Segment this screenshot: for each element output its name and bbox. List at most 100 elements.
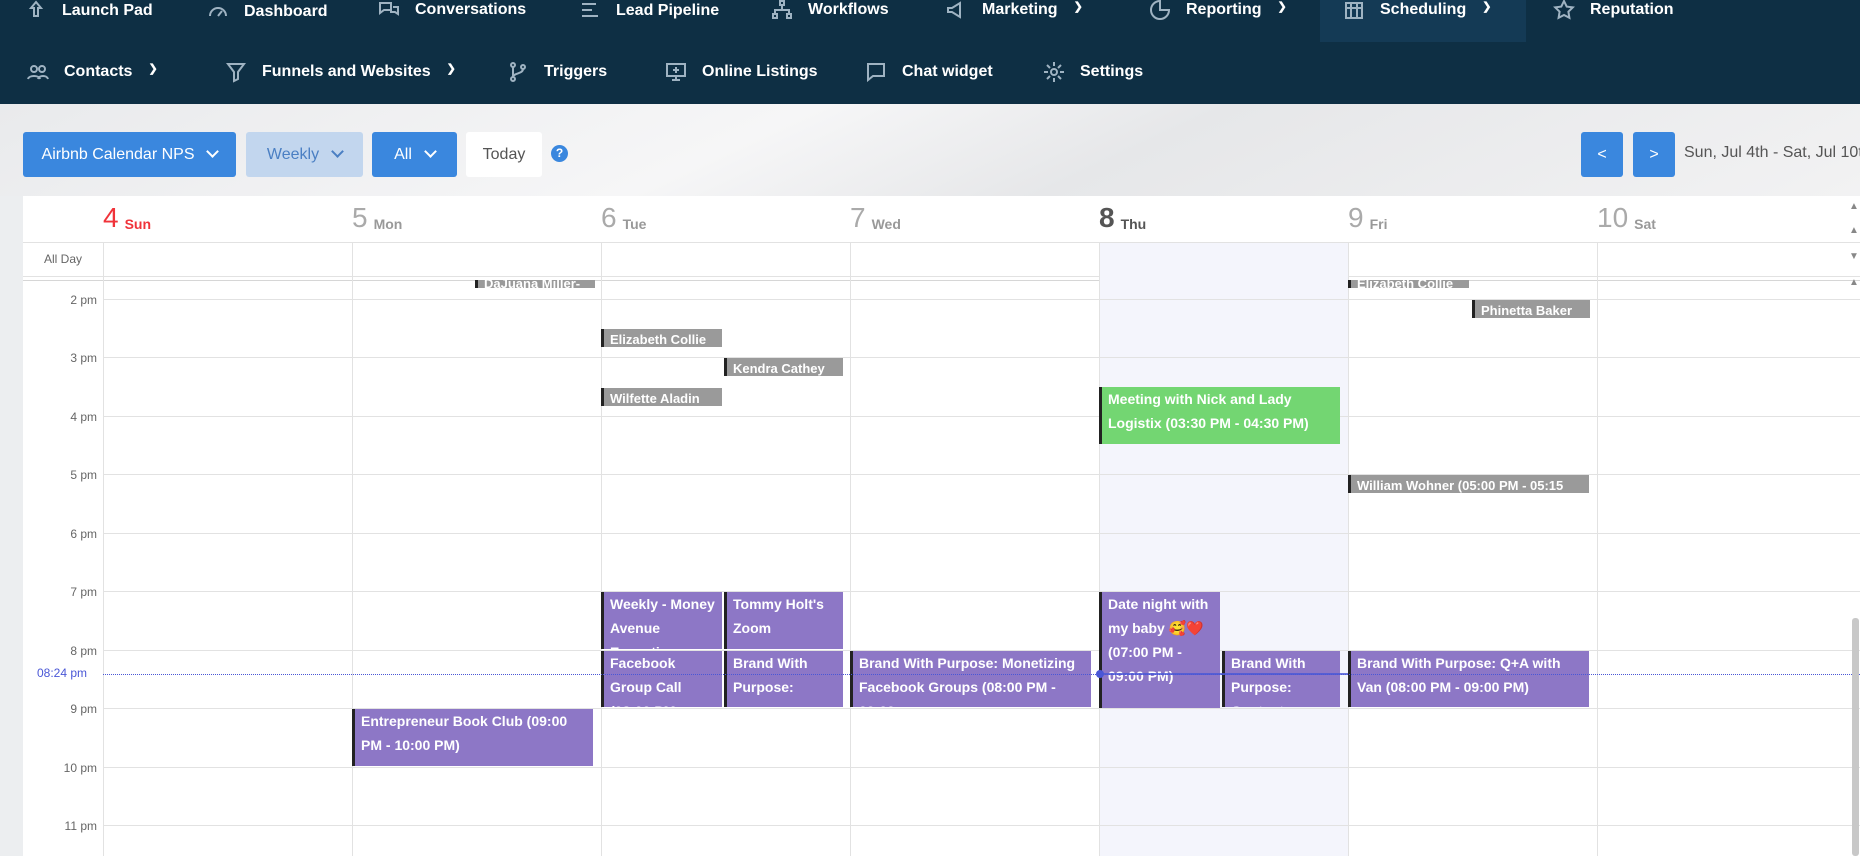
day-header-tue[interactable]: 6 Tue bbox=[601, 196, 646, 242]
all-day-divider bbox=[23, 276, 1860, 277]
day-header-wed[interactable]: 7 Wed bbox=[850, 196, 901, 242]
current-time-label: 08:24 pm bbox=[37, 666, 88, 680]
branch-icon bbox=[510, 62, 526, 82]
megaphone-icon bbox=[947, 1, 961, 19]
hour-line bbox=[103, 474, 1860, 475]
hour-label: 5 pm bbox=[70, 468, 97, 482]
calendar-event[interactable]: Brand With Purpose: Content bbox=[1222, 651, 1340, 707]
day-header-sat[interactable]: 10 Sat bbox=[1597, 196, 1656, 242]
nav-item-reputation[interactable]: Reputation bbox=[1552, 0, 1674, 25]
nav-item-chat-widget[interactable]: Chat widget bbox=[864, 57, 993, 87]
star-icon bbox=[1553, 0, 1575, 20]
rocket-icon bbox=[28, 0, 44, 17]
column-divider bbox=[103, 243, 104, 856]
chat-bubbles-icon bbox=[379, 2, 399, 16]
calendar-event[interactable]: Facebook Group Call (08:00 PM - bbox=[601, 651, 722, 707]
calendar-event[interactable]: Elizabeth Collie bbox=[1348, 280, 1469, 288]
chevron-down-icon bbox=[331, 145, 344, 158]
today-button[interactable]: Today bbox=[466, 132, 542, 177]
calendar-event[interactable]: Entrepreneur Book Club (09:00 PM - 10:00… bbox=[352, 709, 593, 766]
help-icon[interactable]: ? bbox=[551, 145, 568, 162]
monitor-icon bbox=[666, 63, 686, 81]
hour-label: 4 pm bbox=[70, 410, 97, 424]
filter-select[interactable]: All bbox=[372, 132, 457, 177]
hour-line bbox=[103, 591, 1860, 592]
calendar-event[interactable]: Meeting with Nick and Lady Logistix (03:… bbox=[1099, 387, 1340, 444]
column-divider bbox=[1348, 243, 1349, 856]
calendar-event[interactable]: Date night with my baby 🥰❤️ (07:00 PM - … bbox=[1099, 592, 1220, 708]
calendar-event[interactable]: Weekly - Money Avenue Executive bbox=[601, 592, 722, 649]
hour-line bbox=[103, 299, 1860, 300]
calendar-event[interactable]: Brand With Purpose: bbox=[724, 651, 843, 707]
scroll-down-icon[interactable]: ▼ bbox=[1848, 252, 1860, 262]
gauge-icon bbox=[209, 7, 227, 17]
calendar-event[interactable]: Kendra Cathey bbox=[724, 358, 843, 376]
hour-label: 3 pm bbox=[70, 351, 97, 365]
day-header-thu[interactable]: 8 Thu bbox=[1099, 196, 1146, 242]
nav-item-settings[interactable]: Settings bbox=[1042, 57, 1143, 87]
nav-item-lead-pipeline[interactable]: Lead Pipeline bbox=[578, 0, 719, 26]
hour-line bbox=[103, 533, 1860, 534]
current-time-line bbox=[103, 674, 1860, 675]
day-header-mon[interactable]: 5 Mon bbox=[352, 196, 402, 242]
day-header-sun[interactable]: 4 Sun bbox=[103, 196, 151, 242]
nav-item-workflows[interactable]: Workflows bbox=[770, 0, 889, 25]
nav-item-online-listings[interactable]: Online Listings bbox=[664, 57, 818, 87]
column-divider bbox=[1597, 243, 1598, 856]
view-select[interactable]: Weekly bbox=[246, 132, 363, 177]
hour-label: 11 pm bbox=[64, 819, 97, 833]
nav-item-launch-pad[interactable]: Launch Pad bbox=[24, 0, 153, 26]
nav-item-scheduling[interactable]: Scheduling ❯ bbox=[1342, 0, 1491, 25]
gear-icon bbox=[1044, 62, 1064, 82]
header-divider bbox=[23, 242, 1860, 243]
nav-item-dashboard[interactable]: Dashboard bbox=[206, 0, 328, 27]
list-icon bbox=[582, 3, 598, 17]
nav-item-marketing[interactable]: Marketing ❯ bbox=[944, 0, 1083, 25]
pie-chart-icon bbox=[1150, 0, 1171, 20]
hour-line bbox=[103, 767, 1860, 768]
all-day-label: All Day bbox=[43, 252, 82, 266]
scrollbar-thumb[interactable] bbox=[1852, 618, 1859, 856]
scroll-up-icon[interactable]: ▲ bbox=[1848, 226, 1860, 236]
column-divider bbox=[850, 243, 851, 856]
top-navigation: Launch Pad Dashboard Conversations Lead … bbox=[0, 0, 1860, 104]
hour-line bbox=[103, 416, 1860, 417]
calendar-event[interactable]: Brand With Purpose: Q+A with Van (08:00 … bbox=[1348, 651, 1589, 707]
date-range-label: Sun, Jul 4th - Sat, Jul 10th bbox=[1684, 144, 1860, 161]
chevron-down-icon: ❯ bbox=[148, 62, 158, 75]
chat-square-icon bbox=[867, 63, 885, 83]
nav-item-reporting[interactable]: Reporting ❯ bbox=[1148, 0, 1287, 25]
scroll-up-icon[interactable]: ▲ bbox=[1848, 202, 1860, 212]
nav-item-triggers[interactable]: Triggers bbox=[506, 57, 607, 87]
day-header-fri[interactable]: 9 Fri bbox=[1348, 196, 1387, 242]
chevron-down-icon: ❯ bbox=[1482, 0, 1492, 13]
prev-week-button[interactable]: < bbox=[1581, 132, 1623, 177]
nav-item-funnels-websites[interactable]: Funnels and Websites ❯ bbox=[224, 57, 456, 87]
calendar-event[interactable]: DaJuana Miller- bbox=[475, 280, 595, 288]
calendar-select[interactable]: Airbnb Calendar NPS bbox=[23, 132, 236, 177]
chevron-down-icon: ❯ bbox=[446, 62, 456, 75]
current-time-dot bbox=[1096, 670, 1104, 678]
hour-label: 6 pm bbox=[70, 527, 97, 541]
chevron-down-icon bbox=[206, 145, 220, 158]
chevron-down-icon: ❯ bbox=[1277, 0, 1287, 13]
current-time-line-today bbox=[1099, 673, 1348, 675]
hour-label: 7 pm bbox=[70, 585, 97, 599]
calendar-event[interactable]: Phinetta Baker bbox=[1472, 300, 1590, 318]
nav-item-conversations[interactable]: Conversations bbox=[377, 0, 526, 25]
column-divider bbox=[1099, 243, 1100, 856]
funnel-icon bbox=[226, 63, 246, 83]
calendar-event[interactable]: Wilfette Aladin bbox=[601, 388, 722, 406]
chevron-down-icon: ❯ bbox=[1073, 0, 1083, 13]
calendar-event[interactable]: William Wohner (05:00 PM - 05:15 bbox=[1348, 475, 1589, 493]
calendar-event[interactable]: Elizabeth Collie bbox=[601, 329, 722, 347]
calendar-event[interactable]: Tommy Holt's Zoom bbox=[724, 592, 843, 649]
hour-label: 9 pm bbox=[70, 702, 97, 716]
scroll-up-icon[interactable]: ▲ bbox=[1848, 278, 1860, 288]
nav-item-contacts[interactable]: Contacts ❯ bbox=[26, 57, 158, 87]
hour-label: 10 pm bbox=[63, 761, 97, 775]
calendar-event[interactable]: Brand With Purpose: Monetizing Facebook … bbox=[850, 651, 1091, 707]
calendar-icon bbox=[1345, 2, 1363, 19]
users-icon bbox=[27, 65, 49, 80]
next-week-button[interactable]: > bbox=[1633, 132, 1675, 177]
